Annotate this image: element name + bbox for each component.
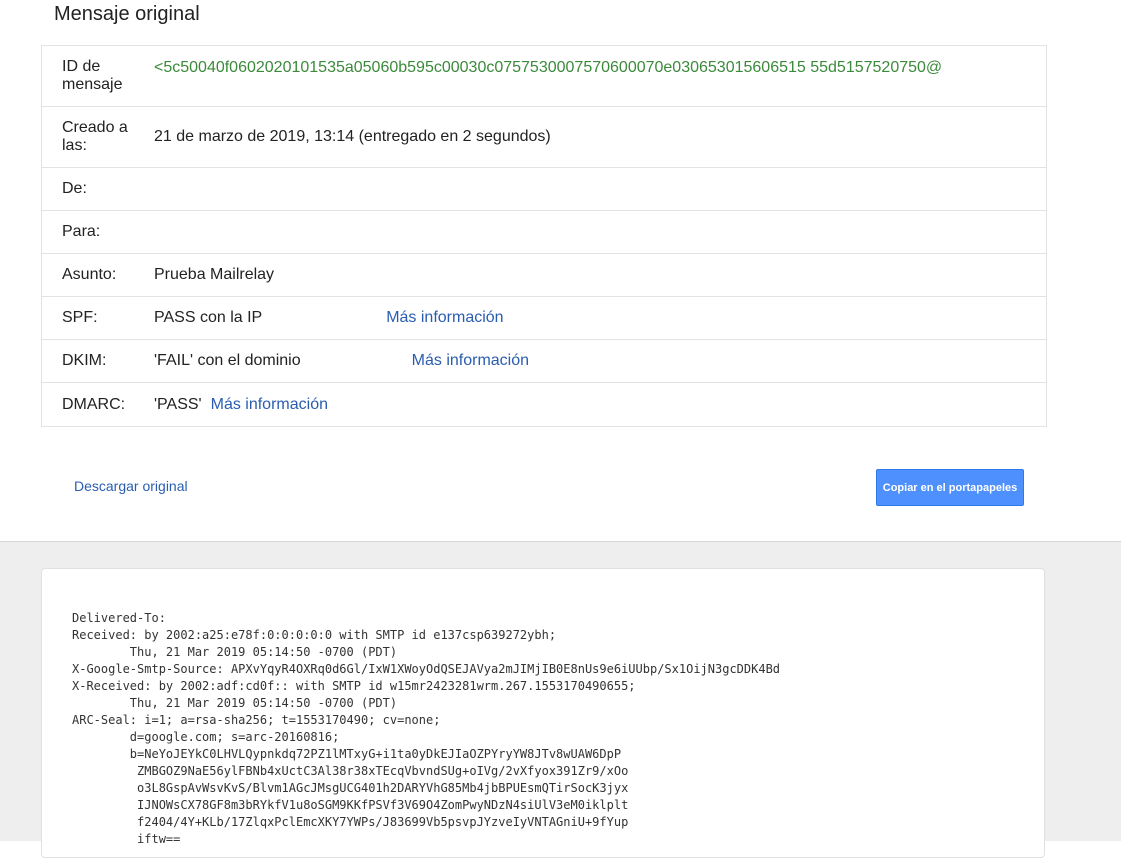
row-from: De: [42,168,1046,211]
row-message-id: ID de mensaje <5c50040f0602020101535a050… [42,46,1046,107]
dmarc-value: 'PASS' [154,395,202,413]
spf-label: SPF: [62,309,98,326]
spf-value: PASS con la IP [154,309,263,326]
raw-line: b=NeYoJEYkC0LHVLQypnkdq72PZ1lMTxyG+i1ta0… [72,747,622,761]
raw-message-area: Delivered-To: Received: by 2002:a25:e78f… [0,541,1121,858]
row-subject: Asunto: Prueba Mailrelay [42,254,1046,297]
raw-line: d=google.com; s=arc-20160816; [72,730,340,744]
copy-to-clipboard-button[interactable]: Copiar en el portapapeles [876,469,1024,506]
message-info-table: ID de mensaje <5c50040f0602020101535a050… [41,45,1047,427]
to-label: Para: [62,223,101,240]
dmarc-label: DMARC: [62,395,126,413]
raw-line: iftw== [72,832,181,846]
message-id-value[interactable]: <5c50040f0602020101535a05060b595c00030c0… [154,46,1046,77]
raw-line: Thu, 21 Mar 2019 05:14:50 -0700 (PDT) [72,645,398,659]
raw-message-source[interactable]: Delivered-To: Received: by 2002:a25:e78f… [72,610,780,848]
dmarc-value-group: 'PASS' Más información [154,396,1046,414]
dkim-more-info-link[interactable]: Más información [412,352,529,369]
dkim-value-group: 'FAIL' con el dominio Más información [154,352,1046,370]
spf-more-info-link[interactable]: Más información [386,309,503,326]
raw-line: Thu, 21 Mar 2019 05:14:50 -0700 (PDT) [72,696,398,710]
row-dmarc: DMARC: 'PASS' Más información [42,383,1046,426]
dmarc-more-info-link[interactable]: Más información [211,396,328,413]
message-id-label: ID de mensaje [62,58,123,93]
raw-line: Delivered-To: [72,611,174,625]
dkim-value: 'FAIL' con el dominio [154,352,301,369]
raw-message-card: Delivered-To: Received: by 2002:a25:e78f… [41,568,1045,858]
created-label: Creado a las: [62,119,128,154]
raw-line: IJNOWsCX78GF8m3bRYkfV1u8oSGM9KKfPSVf3V69… [72,798,629,812]
subject-value: Prueba Mailrelay [154,266,275,283]
raw-line: ARC-Seal: i=1; a=rsa-sha256; t=155317049… [72,713,441,727]
raw-line: o3L8GspAvWsvKvS/Blvm1AGcJMsgUCG401h2DARY… [72,781,629,795]
row-to: Para: [42,211,1046,254]
created-value: 21 de marzo de 2019, 13:14 (entregado en… [154,128,551,145]
raw-line: ZMBGOZ9NaE56ylFBNb4xUctC3Al38r38xTEcqVbv… [72,764,629,778]
row-spf: SPF: PASS con la IP Más información [42,297,1046,340]
raw-line: f2404/4Y+KLb/17ZlqxPclEmcXKY7YWPs/J83699… [72,815,629,829]
spf-value-group: PASS con la IP Más información [154,309,1046,327]
row-created: Creado a las: 21 de marzo de 2019, 13:14… [42,107,1046,168]
from-label: De: [62,180,87,197]
dkim-label: DKIM: [62,352,107,369]
subject-label: Asunto: [62,266,117,283]
raw-line: X-Google-Smtp-Source: APXvYqyR4OXRq0d6Gl… [72,662,781,676]
raw-line: X-Received: by 2002:adf:cd0f:: with SMTP… [72,679,636,693]
page-title: Mensaje original [54,3,200,25]
row-dkim: DKIM: 'FAIL' con el dominio Más informaci… [42,340,1046,383]
raw-line: Received: by 2002:a25:e78f:0:0:0:0:0 wit… [72,628,557,642]
download-original-link[interactable]: Descargar original [74,478,188,494]
